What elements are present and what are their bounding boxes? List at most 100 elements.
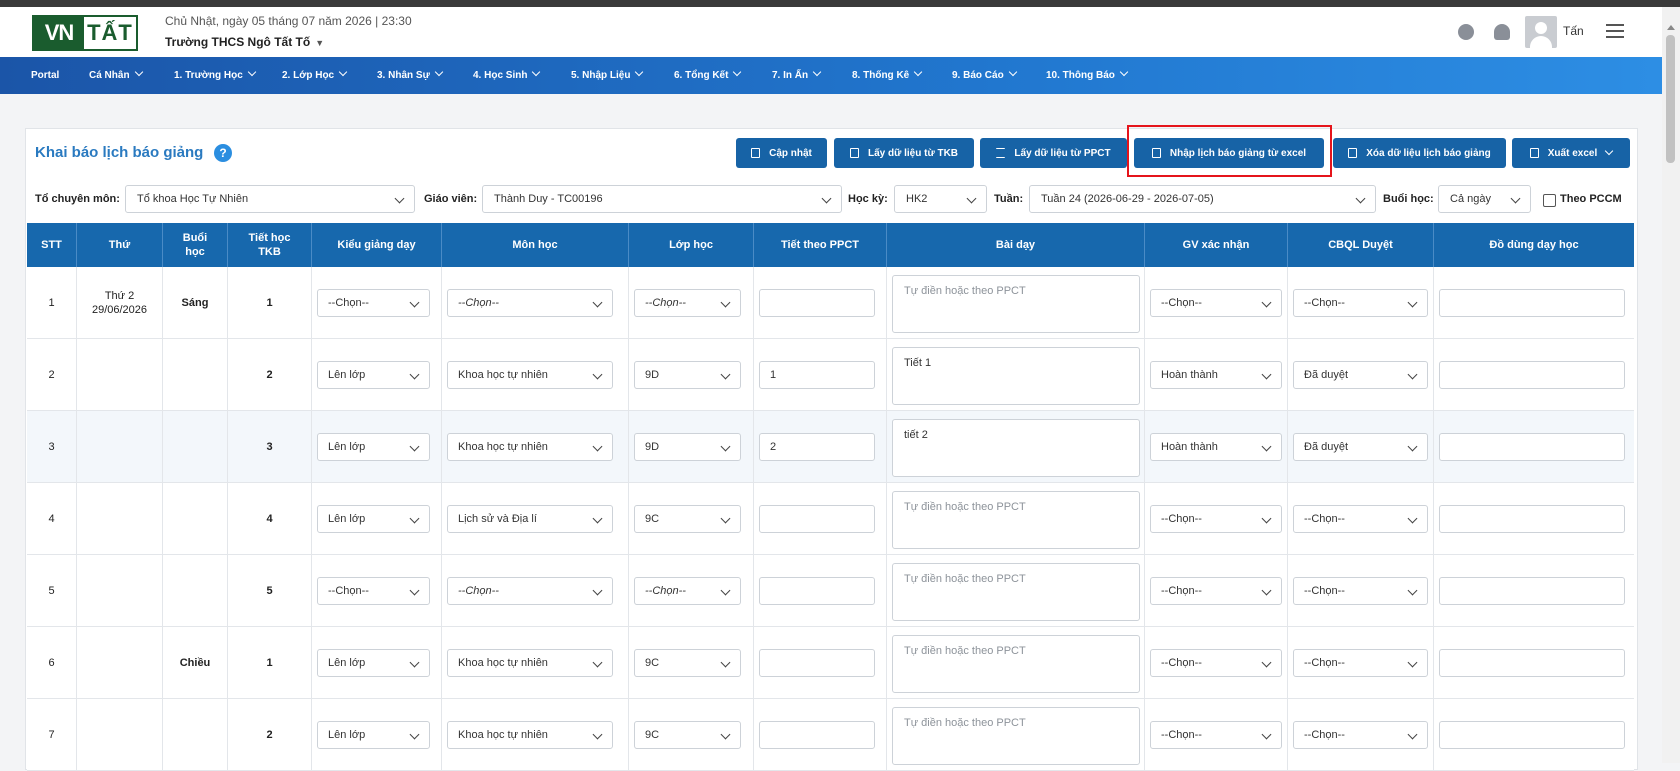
- user-name[interactable]: Tấn: [1563, 24, 1584, 38]
- class-select[interactable]: 9D: [634, 361, 741, 389]
- vntat-logo[interactable]: VN TẤT: [32, 15, 138, 51]
- delete-schedule-button[interactable]: Xóa dữ liệu lịch báo giảng: [1333, 138, 1506, 168]
- teaching-type-select[interactable]: --Chọn--: [317, 289, 430, 317]
- nav-truong-hoc[interactable]: 1. Trường Học: [174, 57, 257, 94]
- nav-label: Portal: [31, 70, 60, 81]
- scroll-up-icon[interactable]: [1667, 25, 1675, 30]
- nav-lop-hoc[interactable]: 2. Lớp Học: [282, 57, 348, 94]
- ppct-input[interactable]: [759, 505, 875, 533]
- class-select[interactable]: --Chọn--: [634, 577, 741, 605]
- school-selector[interactable]: Trường THCS Ngô Tất Tố ▼: [165, 35, 324, 49]
- ppct-input[interactable]: 1: [759, 361, 875, 389]
- lesson-textarea[interactable]: Tự điền hoặc theo PPCT: [892, 491, 1140, 549]
- cell-thu: [77, 483, 163, 555]
- teaching-type-select[interactable]: Lên lớp: [317, 433, 430, 461]
- table-row: 1 Thứ 2 29/06/2026 Sáng 1 --Chọn-- --Chọn-- --C…: [27, 267, 1634, 339]
- cbql-approve-select[interactable]: --Chọn--: [1293, 505, 1428, 533]
- subject-select-value: Khoa học tự nhiên: [458, 369, 548, 381]
- nav-thong-ke[interactable]: 8. Thống Kê: [852, 57, 923, 94]
- teacher-confirm-select[interactable]: Hoàn thành: [1150, 361, 1282, 389]
- chevron-down-icon: [532, 67, 541, 77]
- ppct-input[interactable]: [759, 649, 875, 677]
- equipment-input[interactable]: [1439, 433, 1625, 461]
- equipment-input[interactable]: [1439, 721, 1625, 749]
- page-scrollbar[interactable]: [1662, 7, 1680, 763]
- teacher-confirm-select[interactable]: --Chọn--: [1150, 649, 1282, 677]
- subject-select[interactable]: Khoa học tự nhiên: [447, 361, 613, 389]
- cbql-approve-select[interactable]: --Chọn--: [1293, 649, 1428, 677]
- class-select[interactable]: 9C: [634, 505, 741, 533]
- lesson-textarea[interactable]: tiết 2: [892, 419, 1140, 477]
- nav-ca-nhan[interactable]: Cá Nhân: [89, 57, 143, 94]
- avatar[interactable]: [1525, 16, 1557, 48]
- lesson-textarea[interactable]: Tiết 1: [892, 347, 1140, 405]
- lesson-textarea[interactable]: Tự điền hoặc theo PPCT: [892, 563, 1140, 621]
- col-do-dung: Đồ dùng dạy học: [1489, 239, 1579, 251]
- equipment-input[interactable]: [1439, 577, 1625, 605]
- teacher-confirm-select[interactable]: --Chọn--: [1150, 721, 1282, 749]
- teaching-type-select[interactable]: Lên lớp: [317, 649, 430, 677]
- subject-select[interactable]: Khoa học tự nhiên: [447, 649, 613, 677]
- menu-icon[interactable]: [1606, 24, 1624, 38]
- teacher-select[interactable]: Thành Duy - TC00196: [482, 185, 842, 213]
- equipment-input[interactable]: [1439, 649, 1625, 677]
- nav-tong-ket[interactable]: 6. Tổng Kết: [674, 57, 742, 94]
- nav-bao-cao[interactable]: 9. Báo Cáo: [952, 57, 1017, 94]
- lesson-textarea[interactable]: Tự điền hoặc theo PPCT: [892, 275, 1140, 333]
- teaching-type-select-value: Lên lớp: [328, 513, 366, 525]
- nav-nhan-su[interactable]: 3. Nhân Sự: [377, 57, 444, 94]
- teaching-type-select[interactable]: Lên lớp: [317, 505, 430, 533]
- get-from-tkb-button[interactable]: Lấy dữ liệu từ TKB: [834, 138, 974, 168]
- nav-hoc-sinh[interactable]: 4. Học Sinh: [473, 57, 541, 94]
- teacher-confirm-select[interactable]: --Chọn--: [1150, 505, 1282, 533]
- subject-select[interactable]: Khoa học tự nhiên: [447, 433, 613, 461]
- cbql-approve-select[interactable]: --Chọn--: [1293, 577, 1428, 605]
- subject-select[interactable]: Khoa học tự nhiên: [447, 721, 613, 749]
- class-select[interactable]: 9C: [634, 721, 741, 749]
- semester-select[interactable]: HK2: [894, 185, 987, 213]
- chevron-down-icon: [1407, 297, 1418, 308]
- nav-portal[interactable]: Portal: [31, 57, 59, 94]
- department-select[interactable]: Tổ khoa Học Tự Nhiên: [125, 185, 415, 213]
- teaching-type-select[interactable]: --Chọn--: [317, 577, 430, 605]
- subject-select[interactable]: Lịch sử và Địa lí: [447, 505, 613, 533]
- cbql-approve-select[interactable]: --Chọn--: [1293, 721, 1428, 749]
- cbql-approve-select[interactable]: Đã duyệt: [1293, 433, 1428, 461]
- chat-icon[interactable]: [1458, 24, 1474, 40]
- cbql-approve-select[interactable]: --Chọn--: [1293, 289, 1428, 317]
- teaching-type-select[interactable]: Lên lớp: [317, 361, 430, 389]
- session-select[interactable]: Cả ngày: [1438, 185, 1531, 213]
- update-button[interactable]: Cập nhật: [736, 138, 827, 168]
- stt-value: 3: [48, 441, 55, 453]
- subject-select[interactable]: --Chọn--: [447, 577, 613, 605]
- teacher-confirm-select[interactable]: --Chọn--: [1150, 289, 1282, 317]
- nav-thong-bao[interactable]: 10. Thông Báo: [1046, 57, 1129, 94]
- subject-select[interactable]: --Chọn--: [447, 289, 613, 317]
- equipment-input[interactable]: [1439, 505, 1625, 533]
- week-select[interactable]: Tuần 24 (2026-06-29 - 2026-07-05): [1029, 185, 1376, 213]
- teacher-confirm-select[interactable]: --Chọn--: [1150, 577, 1282, 605]
- equipment-input[interactable]: [1439, 289, 1625, 317]
- ppct-input[interactable]: [759, 289, 875, 317]
- nav-in-an[interactable]: 7. In Ấn: [772, 57, 822, 94]
- class-select[interactable]: 9D: [634, 433, 741, 461]
- help-icon[interactable]: ?: [214, 144, 232, 162]
- scroll-thumb[interactable]: [1666, 35, 1675, 163]
- pccm-checkbox[interactable]: [1543, 194, 1556, 207]
- class-select[interactable]: 9C: [634, 649, 741, 677]
- export-excel-button[interactable]: Xuất excel: [1512, 138, 1630, 168]
- equipment-input[interactable]: [1439, 361, 1625, 389]
- lesson-textarea[interactable]: Tự điền hoặc theo PPCT: [892, 707, 1140, 765]
- teaching-type-select[interactable]: Lên lớp: [317, 721, 430, 749]
- cbql-approve-select[interactable]: Đã duyệt: [1293, 361, 1428, 389]
- ppct-input[interactable]: [759, 577, 875, 605]
- nav-label: 6. Tổng Kết: [674, 70, 729, 81]
- ppct-input[interactable]: 2: [759, 433, 875, 461]
- class-select[interactable]: --Chọn--: [634, 289, 741, 317]
- lesson-textarea[interactable]: Tự điền hoặc theo PPCT: [892, 635, 1140, 693]
- teacher-confirm-select[interactable]: Hoàn thành: [1150, 433, 1282, 461]
- ppct-input[interactable]: [759, 721, 875, 749]
- get-from-ppct-button[interactable]: Lấy dữ liệu từ PPCT: [980, 138, 1127, 168]
- nav-nhap-lieu[interactable]: 5. Nhập Liệu: [571, 57, 644, 94]
- bell-icon[interactable]: [1494, 24, 1510, 40]
